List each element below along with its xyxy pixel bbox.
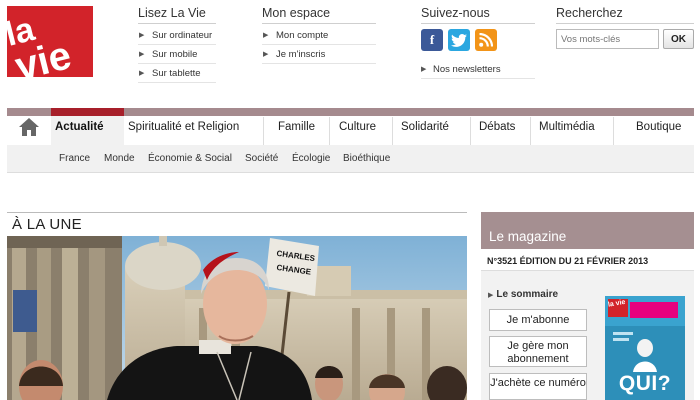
a-la-une-title: À LA UNE: [7, 212, 467, 236]
rss-icon[interactable]: [475, 29, 497, 51]
subnav-item-ecologie[interactable]: Écologie: [292, 153, 330, 164]
subnav-item-economie-social[interactable]: Économie & Social: [148, 153, 232, 164]
twitter-icon[interactable]: [448, 29, 470, 51]
nav-item-actualite[interactable]: Actualité: [51, 108, 124, 145]
magazine-panel: Le magazine N°3521 ÉDITION DU 21 FÉVRIER…: [481, 212, 694, 400]
lisez-title: Lisez La Vie: [138, 6, 216, 24]
social-icons: f: [421, 29, 535, 51]
subnav-item-france[interactable]: France: [59, 153, 90, 164]
nav-item-famille[interactable]: Famille: [264, 109, 330, 145]
triangle-right-icon: ▶: [139, 70, 145, 77]
subnav-item-bioethique[interactable]: Bioéthique: [343, 153, 390, 164]
cover-headline: QUI?: [618, 372, 672, 395]
link-sur-tablette[interactable]: ▶ Sur tablette: [138, 64, 216, 83]
lisez-la-vie-section: Lisez La Vie ▶ Sur ordinateur ▶ Sur mobile…: [138, 6, 216, 83]
suivez-title: Suivez-nous: [421, 6, 535, 24]
newsletters-link[interactable]: ▶ Nos newsletters: [421, 64, 535, 79]
search-input[interactable]: [556, 29, 659, 49]
home-button[interactable]: [7, 109, 51, 145]
subnav-item-monde[interactable]: Monde: [104, 153, 135, 164]
home-icon: [19, 118, 39, 136]
triangle-right-icon: ▶: [139, 32, 145, 39]
manage-subscription-button[interactable]: Je gère mon abonnement: [489, 336, 587, 367]
nav-item-boutique[interactable]: Boutique: [614, 109, 694, 145]
magazine-edition: N°3521 ÉDITION DU 21 FÉVRIER 2013: [481, 249, 694, 271]
link-mon-compte[interactable]: ▶ Mon compte: [262, 26, 376, 45]
main-navigation: Actualité Spiritualité et Religion Famil…: [7, 108, 694, 145]
suivez-nous-section: Suivez-nous f ▶ Nos newsletters: [421, 6, 535, 79]
nav-item-spiritualite[interactable]: Spiritualité et Religion: [124, 109, 264, 145]
nav-item-solidarite[interactable]: Solidarité: [393, 109, 471, 145]
subscribe-button[interactable]: Je m'abonne: [489, 309, 587, 331]
triangle-right-icon: ▶: [263, 32, 269, 39]
sommaire-link[interactable]: ▶ Le sommaire: [488, 289, 558, 300]
sub-navigation: France Monde Économie & Social Société É…: [7, 145, 694, 173]
headline-photo[interactable]: CHARLES CHANGE: [7, 236, 467, 400]
mon-espace-section: Mon espace ▶ Mon compte ▶ Je m'inscris: [262, 6, 376, 64]
search-title: Recherchez: [556, 6, 694, 24]
facebook-icon[interactable]: f: [421, 29, 443, 51]
triangle-right-icon: ▶: [421, 66, 427, 73]
a-la-une-section: À LA UNE CHARLES CHANGE: [7, 212, 467, 400]
link-sur-mobile[interactable]: ▶ Sur mobile: [138, 45, 216, 64]
triangle-right-icon: ▶: [488, 292, 494, 299]
triangle-right-icon: ▶: [263, 51, 269, 58]
buy-issue-button[interactable]: J'achète ce numéro: [489, 373, 587, 400]
nav-item-multimedia[interactable]: Multimédia: [531, 109, 614, 145]
espace-title: Mon espace: [262, 6, 376, 24]
la-vie-logo[interactable]: la vie: [7, 6, 93, 77]
search-ok-button[interactable]: OK: [663, 29, 694, 49]
link-sur-ordinateur[interactable]: ▶ Sur ordinateur: [138, 26, 216, 45]
triangle-right-icon: ▶: [139, 51, 145, 58]
active-tab-bar: [51, 108, 124, 116]
subnav-item-societe[interactable]: Société: [245, 153, 278, 164]
search-section: Recherchez OK: [556, 6, 694, 49]
magazine-cover[interactable]: la vie QUI?: [605, 296, 685, 400]
link-je-minscris[interactable]: ▶ Je m'inscris: [262, 45, 376, 64]
nav-item-debats[interactable]: Débats: [471, 109, 531, 145]
nav-item-culture[interactable]: Culture: [330, 109, 393, 145]
magazine-title: Le magazine: [481, 212, 694, 249]
